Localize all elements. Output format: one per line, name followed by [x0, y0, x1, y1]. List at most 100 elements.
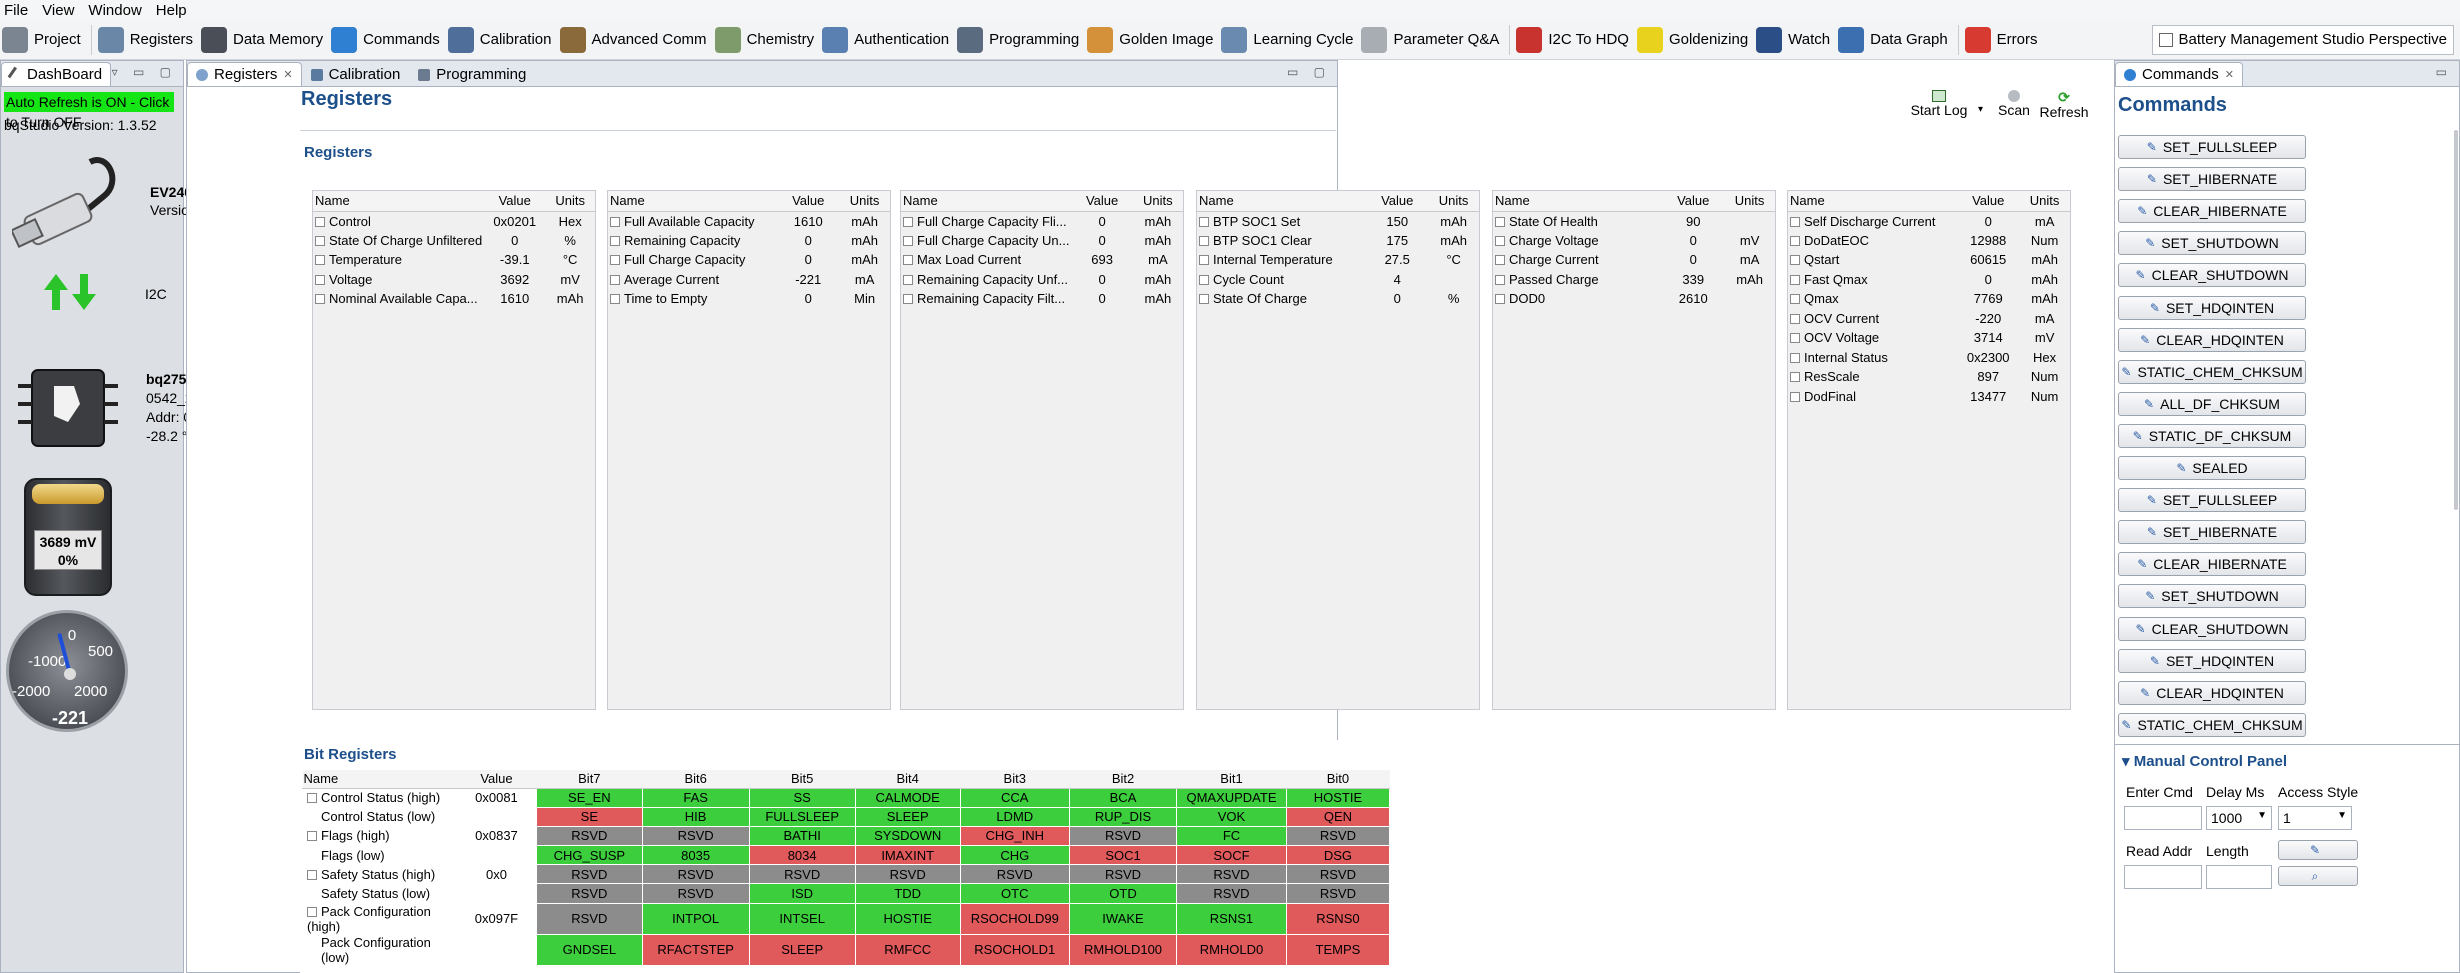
- toolbar-data-memory-button[interactable]: Data Memory: [199, 23, 329, 57]
- row-expander-icon[interactable]: [610, 274, 620, 285]
- bit-cell[interactable]: INTSEL: [748, 902, 856, 935]
- row-expander-icon[interactable]: [903, 216, 913, 227]
- toolbar-commands-button[interactable]: Commands: [329, 23, 446, 57]
- row-expander-icon[interactable]: [1790, 235, 1800, 246]
- register-row[interactable]: Average Current -221 mA: [608, 270, 890, 290]
- register-row[interactable]: Full Charge Capacity 0 mAh: [608, 250, 890, 270]
- refresh-button[interactable]: ⟳ Refresh: [2036, 90, 2092, 120]
- toolbar-registers-button[interactable]: Registers: [96, 23, 199, 57]
- bit-cell[interactable]: OTC: [959, 883, 1070, 904]
- bit-cell[interactable]: SOCF: [1176, 845, 1287, 866]
- toolbar-watch-button[interactable]: Watch: [1754, 23, 1836, 57]
- register-row[interactable]: Full Charge Capacity Fli... 0 mAh: [901, 211, 1183, 231]
- bit-cell[interactable]: GNDSEL: [535, 933, 643, 966]
- bit-cell[interactable]: INTPOL: [641, 902, 750, 935]
- register-row[interactable]: State Of Charge 0%: [1197, 289, 1479, 309]
- row-expander-icon[interactable]: [1199, 294, 1209, 305]
- toolbar-learning-cycle-button[interactable]: Learning Cycle: [1219, 23, 1359, 57]
- column-header-units[interactable]: Units: [1724, 191, 1775, 212]
- column-header-name[interactable]: Name: [901, 191, 1072, 212]
- row-expander-icon[interactable]: [610, 294, 620, 305]
- column-header-value[interactable]: Value: [1957, 191, 2020, 212]
- bit-cell[interactable]: SYSDOWN: [854, 825, 961, 847]
- row-expander-icon[interactable]: [903, 274, 913, 285]
- bit-register-row[interactable]: Pack Configuration (low) GNDSEL RFACTSTEP S…: [302, 933, 1391, 966]
- bit-column-header[interactable]: Bit6: [642, 770, 750, 789]
- bit-cell[interactable]: ISD: [748, 883, 856, 904]
- command-button-clear-hdqinten[interactable]: ✎ CLEAR_HDQINTEN: [2118, 327, 2306, 352]
- row-expander-icon[interactable]: [903, 235, 913, 246]
- bit-cell[interactable]: CALMODE: [854, 787, 961, 808]
- register-row[interactable]: Nominal Available Capa... 1610 mAh: [313, 289, 595, 309]
- bit-cell[interactable]: HIB: [641, 806, 750, 827]
- tab-commands[interactable]: Commands ✕: [2115, 62, 2243, 86]
- dashboard-window-controls[interactable]: ▿ ▭ ▢: [112, 65, 177, 79]
- toolbar-calibration-button[interactable]: Calibration: [446, 23, 558, 57]
- row-expander-icon[interactable]: [1495, 255, 1505, 266]
- bit-cell[interactable]: RUP_DIS: [1068, 806, 1178, 827]
- row-expander-icon[interactable]: [315, 235, 325, 246]
- menu-view[interactable]: View: [38, 2, 84, 19]
- bit-cell[interactable]: RSVD: [1176, 864, 1287, 885]
- bit-cell[interactable]: FAS: [641, 787, 750, 808]
- bit-cell[interactable]: RSVD: [535, 864, 643, 885]
- bit-cell[interactable]: RSVD: [854, 864, 961, 885]
- bit-register-row[interactable]: Flags (high) 0x0837 RSVD RSVD BATHI SYSDOWN CH…: [302, 825, 1391, 847]
- tab-dashboard[interactable]: DashBoard: [1, 62, 112, 86]
- toolbar-advanced-comm-button[interactable]: Advanced Comm: [558, 23, 713, 57]
- access-style-select[interactable]: 1 ▼: [2278, 806, 2352, 830]
- bit-cell[interactable]: SS: [748, 787, 856, 808]
- menu-window[interactable]: Window: [84, 2, 151, 19]
- bit-cell[interactable]: CHG_INH: [959, 825, 1070, 847]
- register-row[interactable]: BTP SOC1 Set 150 mAh: [1197, 211, 1479, 231]
- bit-cell[interactable]: TEMPS: [1285, 933, 1391, 966]
- register-row[interactable]: DodFinal 13477 Num: [1788, 387, 2070, 407]
- bit-column-header[interactable]: Bit7: [536, 770, 643, 789]
- toolbar-errors-button[interactable]: Errors: [1963, 23, 2044, 57]
- row-expander-icon[interactable]: [1495, 216, 1505, 227]
- column-header-units[interactable]: Units: [839, 191, 890, 212]
- register-row[interactable]: Full Available Capacity 1610 mAh: [608, 211, 890, 231]
- bit-cell[interactable]: RFACTSTEP: [641, 933, 750, 966]
- row-expander-icon[interactable]: [1790, 216, 1800, 227]
- row-expander-icon[interactable]: [315, 216, 325, 227]
- bit-register-row[interactable]: Pack Configuration (high) 0x097F RSVD INTPO…: [302, 902, 1391, 935]
- row-expander-icon[interactable]: [315, 274, 325, 285]
- toolbar-project-button[interactable]: Project: [0, 23, 87, 57]
- command-button-set-shutdown[interactable]: ✎ SET_SHUTDOWN: [2118, 584, 2306, 609]
- row-expander-icon[interactable]: [1199, 274, 1209, 285]
- read-addr-input[interactable]: [2124, 865, 2202, 889]
- register-row[interactable]: Qstart 60615 mAh: [1788, 250, 2070, 270]
- command-button-set-hdqinten[interactable]: ✎ SET_HDQINTEN: [2118, 648, 2306, 673]
- bit-cell[interactable]: QMAXUPDATE: [1176, 787, 1287, 808]
- row-expander-icon[interactable]: [307, 831, 317, 842]
- bit-register-row[interactable]: Safety Status (low) RSVD RSVD ISD TDD OTC OTD R…: [302, 883, 1391, 904]
- toolbar-parameter-q-a-button[interactable]: Parameter Q&A: [1359, 23, 1505, 57]
- register-row[interactable]: Fast Qmax 0 mAh: [1788, 270, 2070, 290]
- register-row[interactable]: Voltage 3692 mV: [313, 270, 595, 290]
- bit-cell[interactable]: SOC1: [1068, 845, 1178, 866]
- bit-cell[interactable]: RSVD: [748, 864, 856, 885]
- command-button-set-hibernate[interactable]: ✎ SET_HIBERNATE: [2118, 167, 2306, 192]
- toolbar-goldenizing-button[interactable]: Goldenizing: [1635, 23, 1754, 57]
- commands-scrollbar[interactable]: [2454, 130, 2458, 510]
- row-expander-icon[interactable]: [610, 255, 620, 266]
- start-log-button[interactable]: Start Log: [1904, 90, 1974, 118]
- bit-cell[interactable]: CHG_SUSP: [535, 845, 643, 866]
- bit-cell[interactable]: BATHI: [748, 825, 856, 847]
- toolbar-chemistry-button[interactable]: Chemistry: [713, 23, 821, 57]
- bit-cell[interactable]: RSVD: [1285, 864, 1391, 885]
- row-expander-icon[interactable]: [315, 255, 325, 266]
- bit-cell[interactable]: IWAKE: [1068, 902, 1178, 935]
- bit-column-header[interactable]: Bit4: [855, 770, 961, 789]
- register-row[interactable]: OCV Current -220 mA: [1788, 309, 2070, 329]
- bit-cell[interactable]: RSVD: [1068, 864, 1178, 885]
- command-button-static-df-chksum[interactable]: ✎ STATIC_DF_CHKSUM: [2118, 423, 2306, 448]
- register-row[interactable]: State Of Health 90: [1493, 211, 1775, 231]
- column-header-value[interactable]: Value: [484, 191, 546, 212]
- bit-cell[interactable]: LDMD: [959, 806, 1070, 827]
- register-row[interactable]: Self Discharge Current 0 mA: [1788, 211, 2070, 231]
- row-expander-icon[interactable]: [1790, 313, 1800, 324]
- bit-cell[interactable]: RMHOLD100: [1068, 933, 1178, 966]
- bit-cell[interactable]: FC: [1176, 825, 1287, 847]
